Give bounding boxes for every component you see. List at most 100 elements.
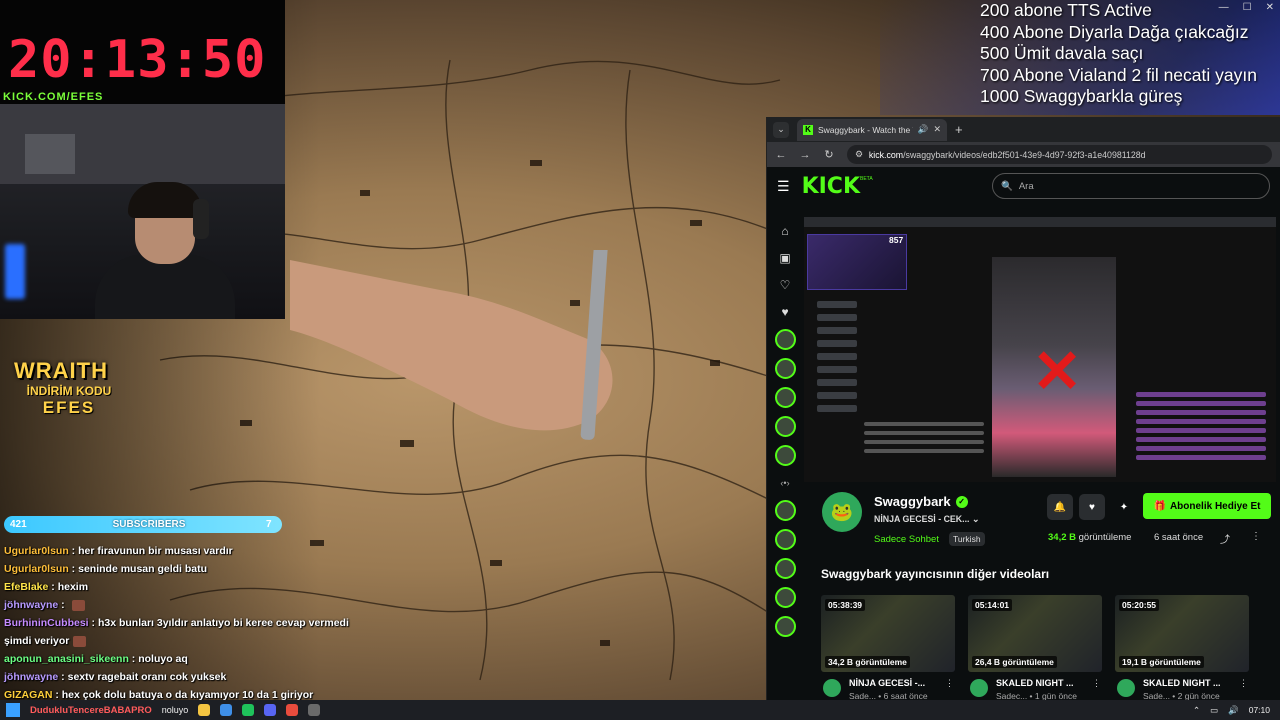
more-options-icon[interactable]: ⋮	[1251, 531, 1261, 542]
share-icon[interactable]: ⤴	[1220, 531, 1230, 546]
chevron-down-icon[interactable]: ⌄	[972, 514, 979, 524]
video-title[interactable]: SKALED NIGHT ...	[1143, 678, 1221, 688]
subscribers-label: SUBSCRIBERS	[112, 519, 186, 530]
streamer-hair	[128, 182, 202, 218]
video-thumbnail[interactable]: 05:38:39 34,2 B görüntüleme	[821, 595, 955, 672]
edge-icon[interactable]	[220, 704, 233, 716]
chrome-icon[interactable]	[286, 704, 299, 716]
start-button-icon[interactable]	[6, 703, 20, 717]
video-channel-avatar[interactable]	[970, 679, 988, 697]
url-path: /swaggybark/videos/edb2f501-43e9-4d97-92…	[903, 149, 1146, 160]
file-explorer-icon[interactable]	[198, 704, 211, 716]
url-field[interactable]: ⚙ kick.com/swaggybark/videos/edb2f501-43…	[847, 145, 1272, 164]
following-icon[interactable]: ♡	[780, 271, 791, 298]
close-tab-icon[interactable]: ✕	[933, 124, 941, 135]
spotify-icon[interactable]	[242, 704, 255, 716]
video-inner-toolbar	[804, 217, 1276, 227]
followed-channel-avatar[interactable]	[774, 329, 796, 350]
video-card[interactable]: 05:20:55 19,1 B görüntüleme SKALED NIGHT…	[1115, 595, 1249, 703]
category-link[interactable]: Sadece Sohbet	[874, 534, 939, 545]
time-ago: 6 saat önce	[1154, 532, 1204, 543]
chat-user: jöhnwayne	[4, 599, 59, 611]
browse-icon[interactable]: ▣	[779, 244, 790, 271]
video-channel-avatar[interactable]	[1117, 679, 1135, 697]
close-icon[interactable]: ✕	[1266, 2, 1274, 13]
tray-chevron-icon[interactable]: ⌃	[1193, 705, 1200, 716]
new-tab-button[interactable]: +	[955, 122, 963, 137]
minimize-icon[interactable]: —	[1219, 2, 1229, 13]
stream-title[interactable]: NİNJA GECESİ - CEK... ⌄	[874, 514, 979, 525]
subscribers-bar: 421 SUBSCRIBERS 7	[4, 516, 282, 533]
taskbar-search-suffix: noluyo	[161, 705, 189, 715]
speaker-icon[interactable]: 🔊	[918, 124, 929, 135]
notification-bell-button[interactable]: 🔔	[1047, 494, 1073, 520]
url-host: kick.com	[868, 149, 904, 160]
recommended-channel-avatar[interactable]	[774, 529, 796, 550]
gift-subscription-button[interactable]: 🎁 Abonelik Hediye Et	[1143, 493, 1271, 519]
video-more-icon[interactable]: ⋮	[945, 678, 954, 689]
tab-kick-vod[interactable]: K Swaggybark - Watch the VOD 🔊 ✕	[797, 118, 947, 141]
chat-text: sextv ragebait oranı cok yuksek	[67, 671, 227, 683]
expand-icon[interactable]: ‹•›	[780, 478, 789, 488]
video-card[interactable]: 05:14:01 26,4 B görüntüleme SKALED NIGHT…	[968, 595, 1102, 703]
goal-item: 700 Abone Vialand 2 fil necati yayın	[980, 64, 1257, 85]
subscribers-count: 421	[10, 519, 27, 530]
recommended-channel-avatar[interactable]	[774, 558, 796, 579]
followed-channel-avatar[interactable]	[774, 445, 796, 466]
clock[interactable]: 07:10	[1249, 705, 1270, 715]
followed-channel-avatar[interactable]	[774, 416, 796, 437]
followed-channel-avatar[interactable]	[774, 358, 796, 379]
sponsor-code: EFES	[42, 398, 96, 417]
followed-channel-avatar[interactable]	[774, 387, 796, 408]
search-input[interactable]: 🔍 Ara	[992, 173, 1270, 199]
heart-icon[interactable]: ♥	[781, 298, 788, 325]
taskbar: DudukluTencereBABAPRO noluyo ⌃ ▭ 🔊 07:10	[0, 700, 1280, 720]
video-views: 26,4 B görüntüleme	[972, 656, 1057, 668]
chat-message: Ugurlar0lsun : seninde musan geldi batu	[4, 563, 208, 575]
chat-message: aponun_anasini_sikeenn : noluyo aq	[4, 653, 188, 665]
video-inner-sidebar	[807, 295, 867, 435]
recommended-channel-avatar[interactable]	[774, 616, 796, 637]
goal-item: 400 Abone Diyarla Dağa çıakcağız	[980, 21, 1249, 42]
stream-title-text: NİNJA GECESİ - CEK...	[874, 514, 970, 524]
channel-name[interactable]: Swaggybark	[874, 494, 951, 509]
volume-icon[interactable]: 🔊	[1228, 705, 1239, 716]
video-more-icon[interactable]: ⋮	[1092, 678, 1101, 689]
video-title[interactable]: NİNJA GECESİ -...	[849, 678, 925, 688]
follow-heart-button[interactable]: ♥	[1079, 494, 1105, 520]
recommended-channel-avatar[interactable]	[774, 500, 796, 521]
channel-avatar[interactable]: 🐸	[822, 492, 862, 532]
site-info-icon[interactable]: ⚙	[855, 149, 863, 160]
reload-icon[interactable]: ↻	[823, 148, 835, 161]
browser-window: ⌄ K Swaggybark - Watch the VOD 🔊 ✕ + ← →…	[766, 117, 1280, 703]
video-player[interactable]: 857 ✕	[804, 217, 1276, 482]
side-rail: ⌂ ▣ ♡ ♥ ‹•›	[767, 217, 803, 700]
chat-user: aponun_anasini_sikeenn	[4, 653, 129, 665]
tab-bar: ⌄ K Swaggybark - Watch the VOD 🔊 ✕ +	[767, 117, 1280, 142]
settings-icon[interactable]	[308, 704, 321, 716]
taskbar-search-text[interactable]: DudukluTencereBABAPRO	[30, 705, 152, 716]
back-icon[interactable]: ←	[775, 149, 787, 161]
video-thumbnail[interactable]: 05:20:55 19,1 B görüntüleme	[1115, 595, 1249, 672]
video-channel-avatar[interactable]	[823, 679, 841, 697]
goal-item: 500 Ümit davala saçı	[980, 43, 1144, 63]
recommended-channel-avatar[interactable]	[774, 587, 796, 608]
network-icon[interactable]: ▭	[1210, 705, 1218, 716]
tab-search-button[interactable]: ⌄	[773, 121, 789, 138]
video-title[interactable]: SKALED NIGHT ...	[996, 678, 1074, 688]
kick-logo[interactable]: KICK	[802, 174, 860, 199]
window-controls: — ☐ ✕	[1219, 2, 1274, 13]
discord-icon[interactable]	[264, 704, 277, 716]
video-card[interactable]: 05:38:39 34,2 B görüntüleme NİNJA GECESİ…	[821, 595, 955, 703]
video-more-icon[interactable]: ⋮	[1239, 678, 1248, 689]
channel-info: 🐸 Swaggybark ✓ NİNJA GECESİ - CEK... ⌄ S…	[817, 492, 1277, 552]
clip-button[interactable]: ✦	[1111, 494, 1137, 520]
video-thumbnail[interactable]: 05:14:01 26,4 B görüntüleme	[968, 595, 1102, 672]
forward-icon[interactable]: →	[799, 149, 811, 161]
emote-icon	[71, 599, 85, 611]
language-badge[interactable]: Turkish	[949, 532, 985, 546]
red-x-icon: ✕	[1032, 338, 1083, 405]
menu-icon[interactable]: ☰	[777, 178, 790, 195]
maximize-icon[interactable]: ☐	[1243, 2, 1252, 13]
home-icon[interactable]: ⌂	[781, 217, 788, 244]
